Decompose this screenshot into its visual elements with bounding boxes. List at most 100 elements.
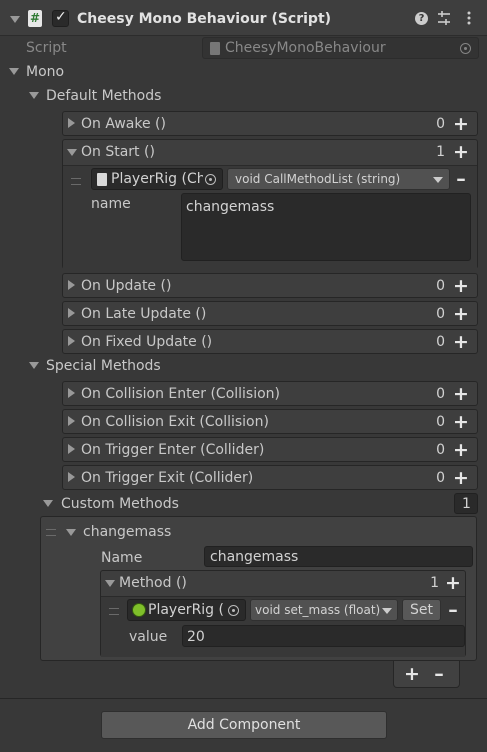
listener-target-field[interactable]: PlayerRig (	[127, 599, 246, 621]
on-trigger-exit-event[interactable]: On Trigger Exit (Collider) 0 +	[62, 465, 478, 490]
script-file-icon	[97, 173, 107, 186]
event-count: 0	[436, 386, 445, 402]
foldout-arrow-icon[interactable]	[68, 416, 75, 426]
mono-foldout-arrow-icon[interactable]	[9, 68, 19, 75]
value-label: value	[129, 629, 168, 645]
preset-icon[interactable]	[436, 10, 452, 26]
plus-icon[interactable]: +	[453, 143, 469, 162]
drag-handle-icon[interactable]	[46, 529, 56, 536]
kebab-menu-icon[interactable]	[465, 10, 473, 26]
on-collision-exit-event[interactable]: On Collision Exit (Collision) 0 +	[62, 409, 478, 434]
element-name-label: Name	[101, 550, 143, 566]
plus-icon[interactable]: +	[453, 441, 469, 460]
foldout-arrow-icon[interactable]	[68, 308, 75, 318]
element-name-value: changemass	[210, 549, 299, 565]
element-foldout-arrow-icon[interactable]	[66, 529, 76, 536]
value-input[interactable]: 20	[182, 625, 465, 647]
dropdown-arrow-icon	[382, 608, 392, 614]
plus-icon[interactable]: +	[453, 115, 469, 134]
listener-function-dropdown[interactable]: void CallMethodList (string)	[227, 168, 450, 190]
default-methods-foldout-arrow-icon[interactable]	[29, 92, 39, 99]
plus-icon[interactable]: +	[453, 333, 469, 352]
foldout-arrow-icon[interactable]	[68, 118, 75, 128]
remove-listener-minus-icon[interactable]: –	[453, 170, 469, 189]
event-count: 1	[436, 144, 445, 160]
plus-icon[interactable]: +	[453, 469, 469, 488]
listener-target-field[interactable]: PlayerRig (Ch	[91, 168, 223, 190]
on-trigger-enter-event[interactable]: On Trigger Enter (Collider) 0 +	[62, 437, 478, 462]
event-label: On Awake ()	[81, 116, 166, 132]
minus-icon[interactable]: –	[431, 665, 447, 684]
foldout-arrow-icon[interactable]	[105, 580, 115, 587]
listener-function-value: void set_mass (float)	[255, 603, 381, 617]
custom-methods-list: changemass Name changemass Method () 1 +…	[40, 516, 477, 661]
object-picker-icon[interactable]	[228, 605, 239, 616]
event-count: 0	[436, 442, 445, 458]
component-title: Cheesy Mono Behaviour (Script)	[77, 11, 332, 27]
script-file-icon	[210, 42, 220, 55]
element-name-input[interactable]: changemass	[204, 546, 473, 567]
foldout-arrow-icon[interactable]	[68, 472, 75, 482]
foldout-arrow-icon[interactable]	[67, 149, 77, 156]
checkmark-icon: ✓	[55, 9, 67, 25]
listener-function-dropdown[interactable]: void set_mass (float)	[250, 599, 398, 621]
on-fixed-update-event[interactable]: On Fixed Update () 0 +	[62, 329, 478, 354]
param-label: name	[91, 196, 131, 212]
drag-handle-icon[interactable]	[71, 178, 81, 185]
set-button[interactable]: Set	[402, 599, 441, 621]
event-label: On Late Update ()	[81, 306, 207, 322]
event-count: 0	[436, 334, 445, 350]
help-icon[interactable]: ?	[415, 12, 428, 25]
event-label[interactable]: On Start ()	[81, 143, 155, 161]
custom-methods-foldout-arrow-icon[interactable]	[43, 500, 53, 507]
method-label[interactable]: Method ()	[119, 574, 187, 592]
plus-icon[interactable]: +	[453, 385, 469, 404]
add-component-button[interactable]: Add Component	[101, 711, 387, 739]
remove-listener-minus-icon[interactable]: –	[445, 601, 461, 620]
special-methods-foldout-arrow-icon[interactable]	[29, 362, 39, 369]
mono-label[interactable]: Mono	[26, 63, 64, 81]
on-late-update-event[interactable]: On Late Update () 0 +	[62, 301, 478, 326]
list-footer: + –	[393, 661, 460, 688]
param-value: changemass	[186, 199, 275, 215]
element-label[interactable]: changemass	[83, 523, 171, 541]
on-collision-enter-event[interactable]: On Collision Enter (Collision) 0 +	[62, 381, 478, 406]
plus-icon[interactable]: +	[453, 277, 469, 296]
event-count: 0	[436, 116, 445, 132]
csharp-script-icon: #	[28, 10, 42, 27]
default-methods-label[interactable]: Default Methods	[46, 87, 161, 105]
object-picker-icon[interactable]	[205, 174, 216, 185]
foldout-arrow-icon[interactable]	[68, 280, 75, 290]
event-count: 0	[436, 278, 445, 294]
event-label: On Trigger Enter (Collider)	[81, 442, 265, 458]
component-foldout-arrow-icon[interactable]	[10, 16, 20, 23]
component-enabled-checkbox[interactable]: ✓	[52, 9, 69, 27]
param-text-area[interactable]: changemass	[181, 193, 471, 261]
drag-handle-icon[interactable]	[109, 608, 119, 615]
foldout-arrow-icon[interactable]	[68, 444, 75, 454]
plus-icon[interactable]: +	[404, 665, 420, 684]
event-label: On Collision Exit (Collision)	[81, 414, 269, 430]
method-count: 1	[430, 575, 439, 591]
plus-icon[interactable]: +	[453, 305, 469, 324]
event-label: On Update ()	[81, 278, 172, 294]
event-label: On Trigger Exit (Collider)	[81, 470, 254, 486]
script-field-value: CheesyMonoBehaviour	[225, 40, 386, 56]
custom-methods-label[interactable]: Custom Methods	[61, 495, 179, 513]
value-field-value: 20	[187, 629, 205, 645]
listener-target-value: PlayerRig (Ch	[111, 171, 203, 187]
event-count: 0	[436, 414, 445, 430]
plus-icon[interactable]: +	[453, 413, 469, 432]
object-picker-icon[interactable]	[460, 43, 471, 54]
on-awake-event[interactable]: On Awake () 0 +	[62, 111, 478, 136]
event-label: On Collision Enter (Collision)	[81, 386, 281, 402]
event-count: 0	[436, 470, 445, 486]
foldout-arrow-icon[interactable]	[68, 388, 75, 398]
custom-methods-size-field[interactable]: 1	[454, 493, 478, 514]
special-methods-label[interactable]: Special Methods	[46, 357, 161, 375]
separator	[0, 698, 487, 699]
plus-icon[interactable]: +	[445, 574, 461, 593]
on-update-event[interactable]: On Update () 0 +	[62, 273, 478, 298]
listener-function-value: void CallMethodList (string)	[235, 172, 401, 186]
foldout-arrow-icon[interactable]	[68, 336, 75, 346]
